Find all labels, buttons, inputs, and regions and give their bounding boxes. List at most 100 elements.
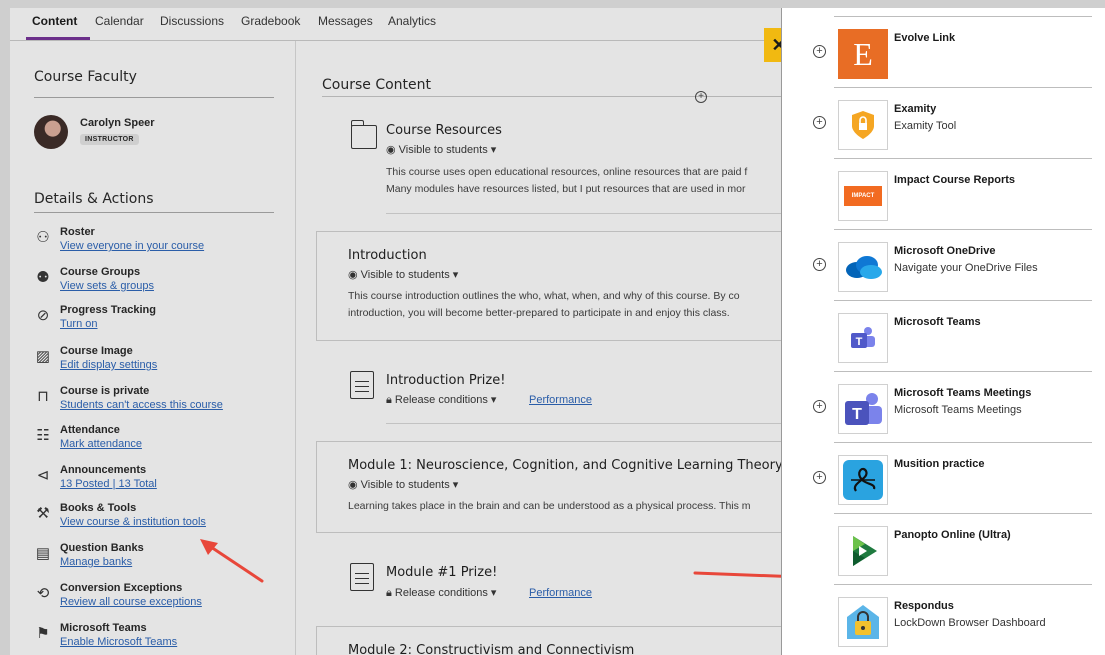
progress-tracking-link[interactable]: Turn on (60, 318, 98, 330)
action-announcements: ⊲ Announcements 13 Posted | 13 Total (34, 464, 294, 500)
groups-link[interactable]: View sets & groups (60, 280, 154, 292)
teams-icon: ⚑ (36, 625, 50, 642)
tab-content[interactable]: Content (32, 14, 77, 28)
release-conditions-dropdown[interactable]: 🔒︎ Release conditions ▾ (386, 393, 496, 407)
roster-link[interactable]: View everyone in your course (60, 240, 204, 252)
document-icon (350, 371, 374, 399)
action-title: Microsoft Teams (60, 622, 147, 634)
performance-link[interactable]: Performance (529, 587, 592, 599)
divider (34, 97, 274, 98)
musition-logo-icon (838, 455, 888, 505)
attendance-link[interactable]: Mark attendance (60, 438, 142, 450)
faculty-name[interactable]: Carolyn Speer (80, 117, 155, 129)
add-tool-plus-icon[interactable]: + (813, 258, 826, 271)
tool-name: Microsoft OneDrive (894, 245, 996, 257)
panopto-logo-icon (838, 526, 888, 576)
tab-discussions[interactable]: Discussions (160, 14, 224, 28)
release-conditions-label: Release conditions (394, 587, 488, 599)
action-title: Progress Tracking (60, 304, 156, 316)
course-page: Content Calendar Discussions Gradebook M… (10, 8, 1105, 655)
add-tool-plus-icon[interactable]: + (813, 116, 826, 129)
books-tools-link[interactable]: View course & institution tools (60, 516, 206, 528)
action-title: Conversion Exceptions (60, 582, 183, 594)
question-bank-icon: ▤ (35, 545, 51, 562)
tool-description: Microsoft Teams Meetings (894, 404, 1022, 416)
folder-icon (350, 120, 377, 149)
image-icon: ▨ (35, 348, 51, 365)
module-2-title[interactable]: Module 2: Constructivism and Connectivis… (348, 643, 634, 655)
tool-name: Panopto Online (Ultra) (894, 529, 1011, 541)
tab-messages[interactable]: Messages (318, 14, 373, 28)
exception-icon: ⟲ (36, 585, 50, 602)
tool-microsoft-teams-meetings[interactable]: + T Microsoft Teams Meetings Microsoft T… (782, 372, 1105, 443)
visibility-label: Visible to students (398, 144, 488, 156)
tool-panopto-online[interactable]: Panopto Online (Ultra) (782, 514, 1105, 585)
announcements-link[interactable]: 13 Posted | 13 Total (60, 478, 157, 490)
action-roster: ⚇ Roster View everyone in your course (34, 226, 294, 262)
action-progress-tracking: ⊘ Progress Tracking Turn on (34, 304, 294, 340)
tool-name: Musition practice (894, 458, 985, 470)
annotation-arrow-left (200, 539, 264, 583)
desc-line: Many modules have resources listed, but … (386, 183, 746, 195)
tools-panel: + E Evolve Link + Examity Examity Tool I… (781, 8, 1105, 655)
action-title: Books & Tools (60, 502, 137, 514)
course-private-link[interactable]: Students can't access this course (60, 399, 223, 411)
course-image-link[interactable]: Edit display settings (60, 359, 157, 371)
roster-icon: ⚇ (36, 229, 50, 246)
svg-text:T: T (852, 406, 862, 423)
divider (386, 213, 786, 214)
tool-name: Respondus (894, 600, 954, 612)
tab-analytics[interactable]: Analytics (388, 14, 436, 28)
tool-description: Examity Tool (894, 120, 957, 132)
tool-examity[interactable]: + Examity Examity Tool (782, 88, 1105, 159)
add-tool-plus-icon[interactable]: + (813, 400, 826, 413)
tab-gradebook[interactable]: Gradebook (241, 14, 300, 28)
module-1-title[interactable]: Module 1: Neuroscience, Cognition, and C… (348, 458, 783, 473)
module-1-prize-title[interactable]: Module #1 Prize! (386, 565, 497, 580)
tool-microsoft-teams[interactable]: T Microsoft Teams (782, 301, 1105, 372)
introduction-desc: This course introduction outlines the wh… (348, 288, 740, 322)
tool-microsoft-onedrive[interactable]: + Microsoft OneDrive Navigate your OneDr… (782, 230, 1105, 301)
tab-calendar[interactable]: Calendar (95, 14, 144, 28)
visibility-dropdown[interactable]: ◉ Visible to students ▾ (386, 143, 496, 156)
tool-name: Microsoft Teams (894, 316, 981, 328)
action-title: Announcements (60, 464, 147, 476)
tool-name: Evolve Link (894, 32, 956, 44)
course-resources-desc: This course uses open educational resour… (386, 164, 747, 198)
evolve-logo-letter: E (853, 35, 873, 72)
question-banks-link[interactable]: Manage banks (60, 556, 132, 568)
tool-musition-practice[interactable]: + Musition practice (782, 443, 1105, 514)
examity-logo-icon (838, 100, 888, 150)
release-conditions-dropdown[interactable]: 🔒︎ Release conditions ▾ (386, 586, 496, 600)
course-faculty-heading: Course Faculty (34, 69, 137, 85)
divider (386, 423, 786, 424)
lock-icon: ⊓ (37, 388, 49, 405)
add-tool-plus-icon[interactable]: + (813, 471, 826, 484)
onedrive-logo-icon (838, 242, 888, 292)
visibility-dropdown[interactable]: ◉ Visible to students ▾ (348, 478, 458, 491)
tool-description: Navigate your OneDrive Files (894, 262, 1038, 274)
active-tab-indicator (26, 37, 90, 40)
introduction-prize-title[interactable]: Introduction Prize! (386, 373, 505, 388)
conversion-exceptions-link[interactable]: Review all course exceptions (60, 596, 202, 608)
groups-icon: ⚉ (36, 269, 50, 286)
tool-evolve-link[interactable]: + E Evolve Link (782, 17, 1105, 88)
visibility-label: Visible to students (360, 479, 450, 491)
action-microsoft-teams: ⚑ Microsoft Teams Enable Microsoft Teams (34, 622, 294, 655)
desc-line: introduction, you will become better-pre… (348, 307, 730, 319)
performance-link[interactable]: Performance (529, 394, 592, 406)
tool-impact-course-reports[interactable]: IMPACT Impact Course Reports (782, 159, 1105, 230)
visibility-dropdown[interactable]: ◉ Visible to students ▾ (348, 268, 458, 281)
course-resources-title[interactable]: Course Resources (386, 123, 502, 138)
action-title: Roster (60, 226, 95, 238)
microsoft-teams-link[interactable]: Enable Microsoft Teams (60, 636, 177, 648)
introduction-title[interactable]: Introduction (348, 248, 427, 263)
role-badge: INSTRUCTOR (80, 134, 139, 145)
divider (34, 212, 274, 213)
action-title: Course Image (60, 345, 133, 357)
tool-respondus[interactable]: Respondus LockDown Browser Dashboard (782, 585, 1105, 655)
add-tool-plus-icon[interactable]: + (813, 45, 826, 58)
divider (322, 96, 782, 97)
respondus-logo-icon (838, 597, 888, 647)
add-content-plus-icon[interactable]: + (695, 91, 707, 103)
